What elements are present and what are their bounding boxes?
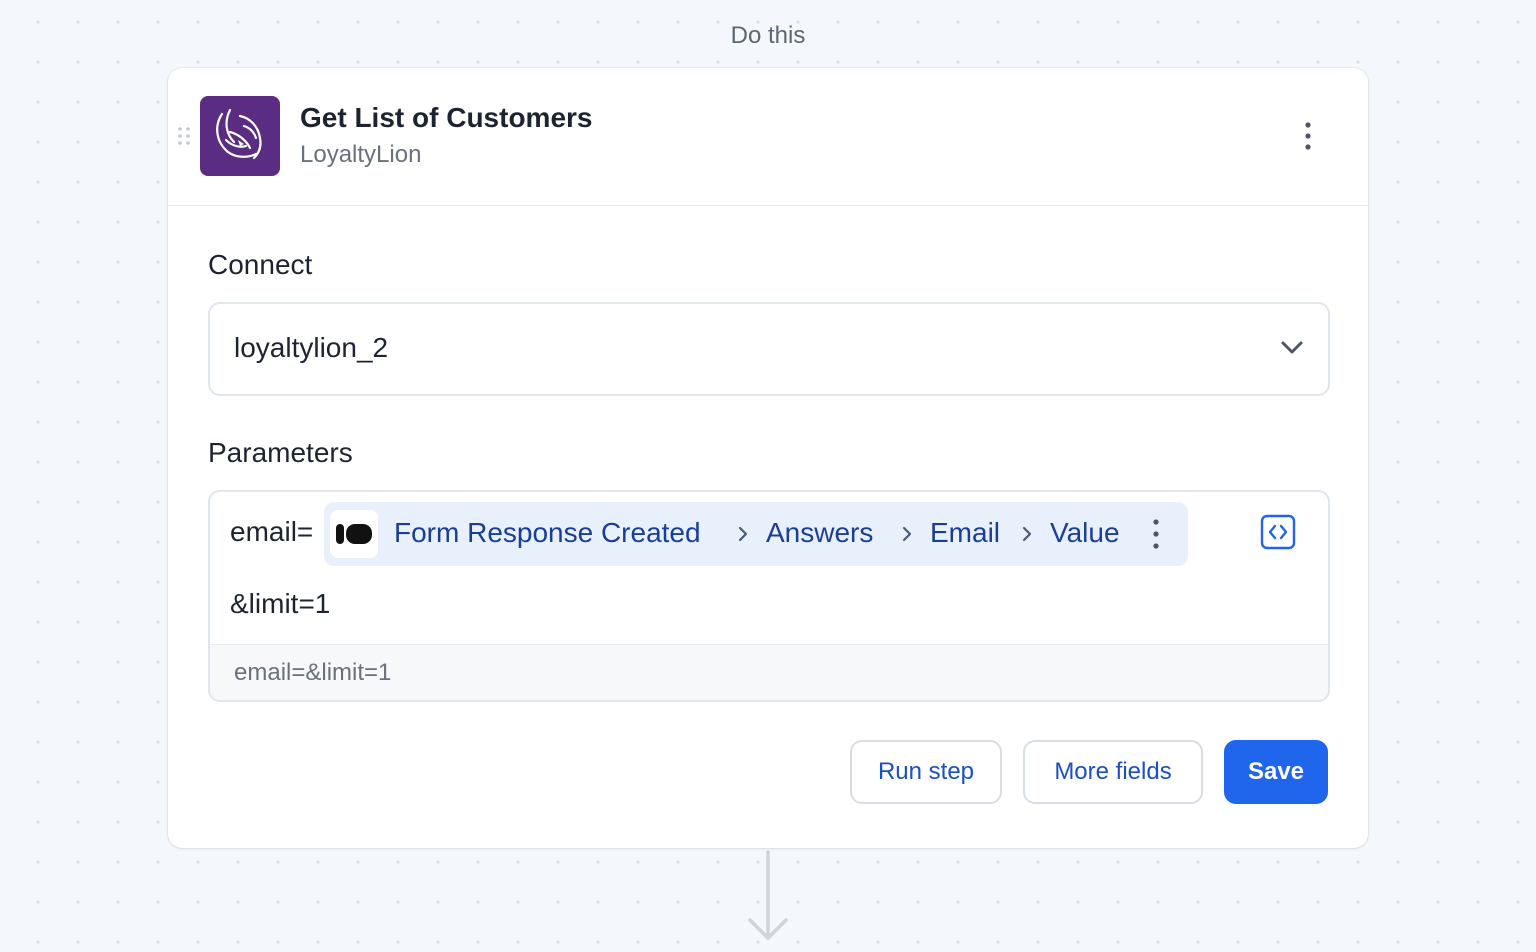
step-title: Get List of Customers — [300, 102, 593, 133]
parameters-input[interactable]: email= Form Response Created Answers Ema… — [208, 490, 1330, 702]
token-path-segment: Value — [1050, 517, 1120, 548]
code-brackets-icon[interactable] — [1260, 514, 1296, 550]
kebab-menu-icon[interactable] — [1294, 118, 1322, 154]
param-prefix: email= — [230, 516, 314, 547]
param-line-limit: &limit=1 — [230, 588, 331, 619]
token-path-segment: Form Response Created — [394, 517, 701, 548]
run-step-button[interactable]: Run step — [850, 740, 1002, 804]
token-path-segment: Email — [930, 517, 1001, 548]
parameters-heading: Parameters — [208, 437, 353, 468]
chevron-right-icon — [1022, 526, 1032, 542]
step-header: Get List of Customers LoyaltyLion — [168, 68, 1368, 206]
connection-select[interactable]: loyaltylion_2 — [208, 302, 1330, 396]
typeform-icon — [330, 510, 378, 558]
loyaltylion-logo-icon — [200, 96, 280, 176]
save-button[interactable]: Save — [1224, 740, 1328, 804]
token-path-segment: Answers — [766, 517, 874, 548]
arrow-down-icon — [748, 850, 788, 940]
action-step-card: Get List of Customers LoyaltyLion Connec… — [168, 68, 1368, 848]
chevron-down-icon — [1281, 341, 1303, 354]
parameters-preview: email=&limit=1 — [210, 644, 1328, 700]
connect-heading: Connect — [208, 249, 313, 280]
selected-connection: loyaltylion_2 — [234, 332, 389, 363]
kebab-menu-icon[interactable] — [1142, 516, 1170, 552]
drag-handle-icon[interactable] — [177, 126, 191, 146]
section-label: Do this — [730, 22, 806, 49]
chevron-right-icon — [902, 526, 912, 542]
data-pill-token[interactable]: Form Response Created Answers Email Valu… — [324, 502, 1188, 566]
preview-text: email=&limit=1 — [234, 659, 392, 686]
chevron-right-icon — [738, 526, 748, 542]
step-app-name: LoyaltyLion — [300, 141, 422, 168]
more-fields-button[interactable]: More fields — [1023, 740, 1203, 804]
